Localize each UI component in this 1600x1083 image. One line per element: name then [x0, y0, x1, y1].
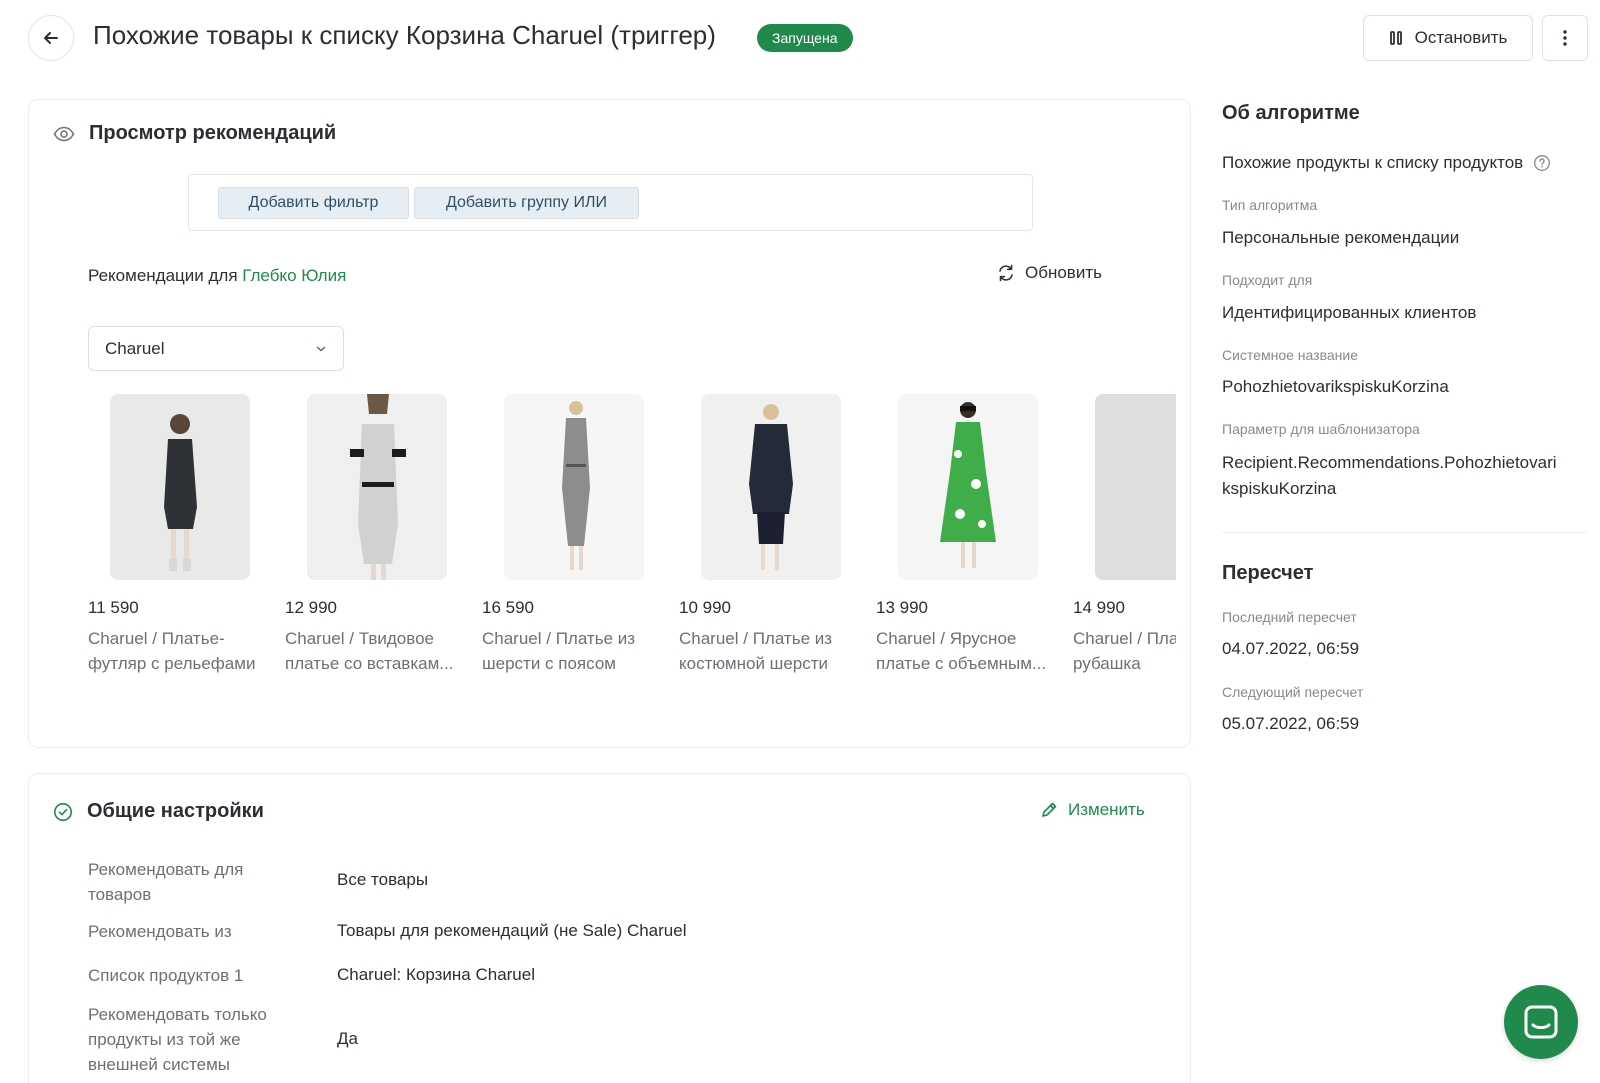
product-image — [1095, 394, 1176, 580]
chat-icon — [1524, 1005, 1558, 1039]
edit-settings-button[interactable]: Изменить — [1040, 800, 1145, 820]
product-image — [504, 394, 644, 580]
recalc-title: Пересчет — [1222, 562, 1314, 584]
last-recalc-value: 04.07.2022, 06:59 — [1222, 639, 1360, 658]
product-name: Charuel / Платье-рубашка — [1073, 629, 1176, 673]
refresh-label: Обновить — [1025, 263, 1102, 282]
preview-title: Просмотр рекомендаций — [89, 122, 337, 144]
kebab-menu-icon — [1563, 30, 1567, 46]
refresh-icon — [999, 264, 1013, 282]
setting-value: Все товары — [337, 870, 429, 889]
product-name: Charuel / Платье из костюмной шерсти — [679, 629, 833, 673]
stop-button[interactable]: Остановить — [1363, 15, 1533, 61]
product-image — [307, 394, 447, 580]
recommendations-for-label: Рекомендации для — [88, 266, 238, 285]
eye-icon — [53, 126, 75, 141]
preview-header: Просмотр рекомендаций — [53, 122, 336, 145]
product-image — [898, 394, 1038, 580]
template-param-value-line-1: Recipient.Recommendations.Pohozhietovari — [1222, 453, 1557, 472]
algorithm-name: Похожие продукты к списку продуктов — [1222, 153, 1524, 172]
stop-label: Остановить — [1414, 28, 1508, 47]
product-image — [110, 394, 250, 580]
about-algorithm-panel: Об алгоритме — [1222, 102, 1592, 125]
next-recalc-label: Следующий пересчет — [1222, 684, 1364, 700]
settings-title: Общие настройки — [87, 800, 264, 822]
setting-label: Рекомендовать для товаров — [88, 860, 244, 904]
setting-value: Товары для рекомендаций (не Sale) Charue… — [337, 921, 687, 940]
algorithm-type-value: Персональные рекомендации — [1222, 228, 1460, 247]
more-button[interactable] — [1542, 15, 1588, 61]
setting-value: Charuel: Корзина Charuel — [337, 965, 535, 984]
edit-label: Изменить — [1068, 800, 1145, 819]
recommendations-preview-card: Просмотр рекомендаций Добавить фильтр До… — [28, 99, 1191, 748]
product-price: 13 990 — [876, 598, 928, 617]
algorithm-type-label: Тип алгоритма — [1222, 197, 1318, 213]
last-recalc-label: Последний пересчет — [1222, 609, 1357, 625]
add-filter-button[interactable]: Добавить фильтр — [218, 187, 409, 219]
brand-select-value: Charuel — [105, 338, 165, 358]
product-name: Charuel / Твидовое платье со вставкам... — [285, 629, 454, 673]
product-price: 11 590 — [88, 598, 139, 617]
product-name: Charuel / Платье-футляр с рельефами — [88, 629, 256, 673]
fits-for-label: Подходит для — [1222, 272, 1313, 288]
setting-label: Список продуктов 1 — [88, 966, 244, 985]
setting-label: Рекомендовать только продукты из той же … — [88, 1005, 267, 1074]
setting-value: Да — [337, 1029, 358, 1048]
panel-divider — [1222, 532, 1588, 533]
chevron-down-icon — [316, 346, 326, 351]
products-carousel: 11 590 Charuel / Платье-футляр с рельефа… — [88, 394, 1176, 684]
template-param-label: Параметр для шаблонизатора — [1222, 421, 1420, 437]
chat-button[interactable] — [1504, 985, 1578, 1059]
template-param-value-line-2: kspiskuKorzina — [1222, 479, 1337, 498]
filter-box: Добавить фильтр Добавить группу ИЛИ — [188, 174, 1033, 231]
product-name: Charuel / Платье из шерсти с поясом — [482, 629, 636, 673]
pause-icon — [1389, 31, 1402, 45]
product-price: 10 990 — [679, 598, 731, 617]
about-algorithm-title: Об алгоритме — [1222, 102, 1360, 124]
general-settings-card: Общие настройки Изменить Рекомендовать д… — [28, 773, 1191, 1083]
product-price: 14 990 — [1073, 598, 1125, 617]
back-button[interactable] — [28, 15, 74, 61]
product-price: 12 990 — [285, 598, 337, 617]
algorithm-name-row: Похожие продукты к списку продуктов — [1222, 150, 1592, 176]
recommendations-for: Рекомендации для Глебко Юлия — [88, 266, 346, 286]
check-circle-icon — [54, 802, 72, 821]
setting-label: Рекомендовать из — [88, 922, 232, 941]
refresh-button[interactable]: Обновить — [997, 263, 1102, 283]
status-badge: Запущена — [757, 24, 853, 52]
fits-for-value: Идентифицированных клиентов — [1222, 303, 1477, 322]
question-circle-icon[interactable] — [1533, 154, 1551, 172]
product-price: 16 590 — [482, 598, 534, 617]
brand-select[interactable]: Charuel — [88, 326, 344, 371]
add-or-group-button[interactable]: Добавить группу ИЛИ — [414, 187, 639, 219]
settings-header: Общие настройки — [53, 800, 264, 823]
recommendations-user-link[interactable]: Глебко Юлия — [242, 266, 346, 285]
system-name-label: Системное название — [1222, 347, 1358, 363]
arrow-left-icon — [44, 32, 58, 44]
pencil-icon — [1042, 802, 1057, 817]
page-title: Похожие товары к списку Корзина Charuel … — [93, 20, 716, 50]
system-name-value: PohozhietovarikspiskuKorzina — [1222, 377, 1449, 396]
next-recalc-value: 05.07.2022, 06:59 — [1222, 714, 1360, 733]
product-image — [701, 394, 841, 580]
recalc-panel: Пересчет — [1222, 562, 1592, 585]
product-name: Charuel / Ярусное платье с объемным... — [876, 629, 1047, 673]
